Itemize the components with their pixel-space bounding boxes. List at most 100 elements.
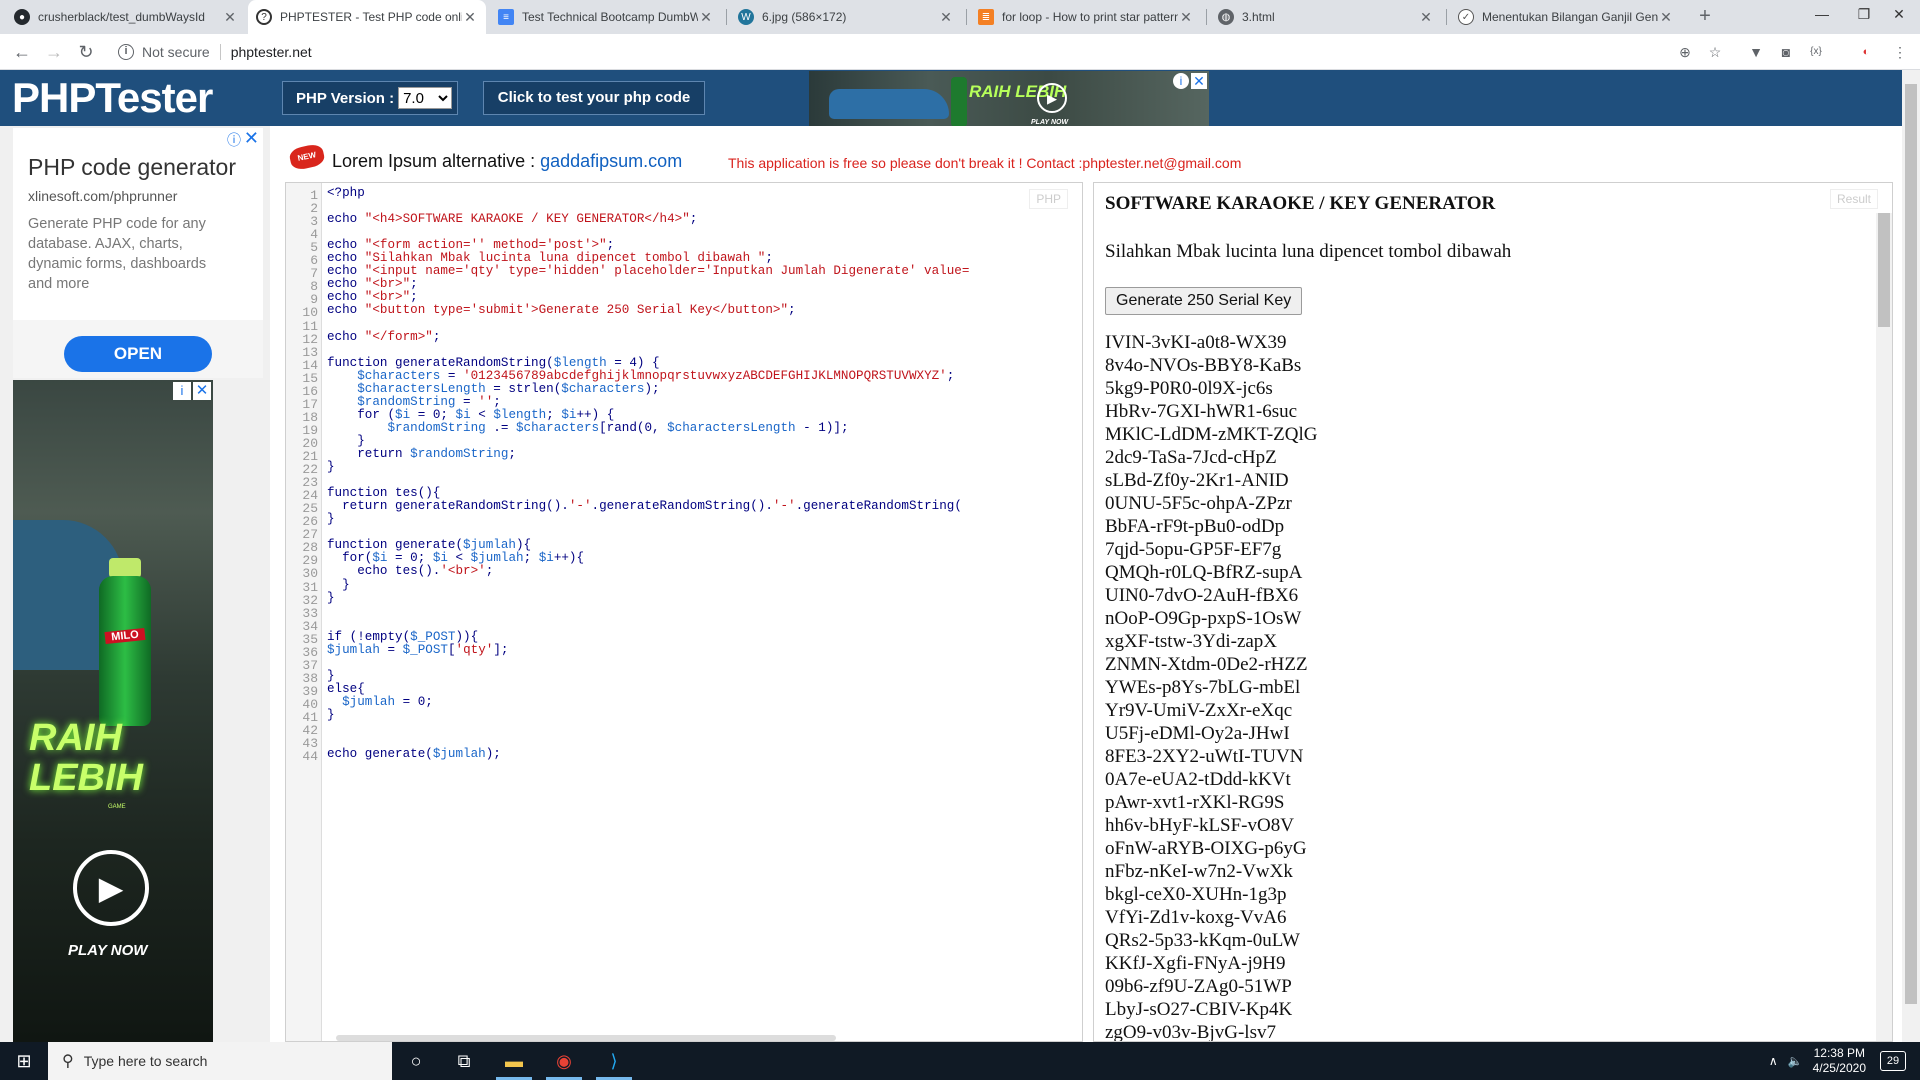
serial-key: U5Fj-eDMl-Oy2a-JHwI (1105, 723, 1290, 744)
extension-vpn-icon[interactable]: ▼ (1746, 42, 1766, 62)
tab-stackoverflow[interactable]: ≣ for loop - How to print star pattern ✕ (970, 0, 1202, 34)
generate-serial-button[interactable]: Generate 250 Serial Key (1105, 287, 1303, 315)
close-icon[interactable]: ✕ (1178, 9, 1194, 26)
code-token: $jumlah (327, 642, 380, 657)
result-label: Result (1829, 189, 1878, 209)
page-scrollbar[interactable] (1902, 70, 1920, 1042)
code-line[interactable]: } (327, 669, 335, 683)
extension-code-icon[interactable]: {x} (1806, 42, 1826, 62)
tab-title: Menentukan Bilangan Ganjil Genap (1482, 10, 1658, 24)
github-icon: ● (14, 9, 30, 25)
url-text[interactable]: phptester.net (231, 44, 312, 60)
code-line[interactable]: $jumlah = 0; (327, 695, 433, 709)
result-scrollbar[interactable] (1876, 213, 1892, 1041)
menu-icon[interactable]: ⋮ (1890, 42, 1910, 62)
code-line[interactable]: $randomString = ''; (327, 394, 501, 409)
tab-ganjil-genap[interactable]: ✓ Menentukan Bilangan Ganjil Genap ✕ (1450, 0, 1682, 34)
close-icon[interactable]: ✕ (938, 9, 954, 26)
reload-button[interactable]: ↻ (74, 40, 98, 64)
serial-key: YWEs-p8Ys-7bLG-mbEl (1105, 677, 1301, 698)
chrome-icon[interactable]: ◉ (540, 1042, 588, 1080)
close-ad-icon[interactable]: ✕ (244, 128, 259, 149)
notification-center-icon[interactable]: 29 (1880, 1051, 1906, 1071)
close-window-button[interactable]: ✕ (1878, 0, 1920, 30)
lorem-link[interactable]: gaddafipsum.com (540, 151, 682, 171)
code-line[interactable]: echo generate($jumlah); (327, 748, 501, 761)
site-logo[interactable]: PHPTester (12, 74, 213, 122)
new-tab-button[interactable]: + (1693, 5, 1717, 29)
tab-title: PHPTESTER - Test PHP code online (280, 10, 462, 24)
task-view-icon[interactable]: ⧉ (440, 1042, 488, 1080)
scroll-thumb[interactable] (1905, 84, 1917, 1004)
zoom-icon[interactable]: ⊕ (1675, 42, 1695, 62)
tab-image[interactable]: W 6.jpg (586×172) ✕ (730, 0, 962, 34)
code-token: 'qty' (455, 642, 494, 657)
close-ad-icon[interactable]: ✕ (193, 382, 211, 400)
code-line[interactable]: } (327, 708, 335, 722)
code-line[interactable]: $jumlah = $_POST['qty']; (327, 642, 508, 657)
code-line[interactable]: $randomString .= $characters[rand(0, $ch… (327, 421, 848, 435)
close-icon[interactable]: ✕ (1418, 9, 1434, 26)
file-explorer-icon[interactable]: ▬ (490, 1042, 538, 1080)
code-line[interactable]: echo "</form>"; (327, 330, 440, 344)
side-banner-ad[interactable]: MILO RAIH LEBIH GAME ▶ PLAY NOW i ✕ (13, 380, 213, 1042)
back-button[interactable]: ← (10, 40, 34, 64)
code-token: "<br>" (364, 290, 411, 305)
adchoices-icon[interactable]: i (173, 382, 191, 400)
windows-taskbar: ⊞ ⚲ Type here to search ○ ⧉ ▬ ◉ ⟩ ∧ 🔈 12… (0, 1042, 1920, 1080)
code-line[interactable]: } (327, 513, 335, 526)
close-icon[interactable]: ✕ (222, 9, 238, 26)
taskbar-search[interactable]: ⚲ Type here to search (48, 1042, 392, 1080)
php-code-editor[interactable]: 1 2 3 4 5 6 7 8 9 10 11 12 13 14 15 16 17 18 19 20 21 22 23 24 2… (285, 182, 1083, 1042)
new-badge-icon: NEW (288, 142, 326, 172)
test-php-button[interactable]: Click to test your php code (483, 81, 705, 115)
forward-button[interactable]: → (42, 40, 66, 64)
tab-github[interactable]: ● crusherblack/test_dumbWaysId ✕ (6, 0, 246, 34)
php-version-select[interactable]: 7.0 (398, 87, 453, 109)
tab-html[interactable]: ◍ 3.html ✕ (1210, 0, 1442, 34)
horizontal-scrollbar[interactable] (336, 1035, 836, 1041)
adchoices-icon[interactable]: i (1173, 73, 1189, 89)
code-line[interactable]: return $randomString; (327, 447, 516, 461)
address-bar[interactable]: i Not secure phptester.net (110, 39, 1720, 65)
adchoices-icon[interactable]: ⓘ (227, 130, 241, 150)
info-icon[interactable]: i (118, 44, 134, 60)
vscode-icon[interactable]: ⟩ (590, 1042, 638, 1080)
play-icon[interactable]: ▶ (1037, 83, 1067, 113)
close-icon[interactable]: ✕ (698, 9, 714, 26)
close-icon[interactable]: ✕ (462, 9, 478, 26)
code-token: "<button type='submit'>Generate 250 Seri… (364, 303, 789, 318)
serial-key: 09b6-zf9U-ZAg0-51WP (1105, 976, 1292, 997)
close-icon[interactable]: ✕ (1658, 9, 1674, 26)
code-line[interactable]: echo tes().'<br>'; (327, 565, 493, 578)
line-number: 44 (302, 749, 318, 765)
code-line[interactable]: echo "<input name='qty' type='hidden' pl… (327, 265, 969, 278)
code-line[interactable]: <?php (327, 186, 365, 200)
close-ad-icon[interactable]: ✕ (1191, 73, 1207, 89)
bookmark-star-icon[interactable]: ☆ (1705, 42, 1725, 62)
code-line[interactable]: echo "<h4>SOFTWARE KARAOKE / KEY GENERAT… (327, 213, 697, 226)
cortana-icon[interactable]: ○ (392, 1042, 440, 1080)
windows-start-icon[interactable]: ⊞ (0, 1042, 48, 1080)
code-line[interactable]: echo "<button type='submit'>Generate 250… (327, 304, 796, 317)
show-hidden-icons-icon[interactable]: ∧ (1769, 1054, 1778, 1068)
extension-camera-icon[interactable]: ◙ (1776, 42, 1796, 62)
tab-phptester[interactable]: ? PHPTESTER - Test PHP code online ✕ (248, 0, 486, 34)
clock[interactable]: 12:38 PM 4/25/2020 (1813, 1046, 1866, 1076)
ad-title[interactable]: PHP code generator (28, 154, 236, 181)
tab-docs[interactable]: ≡ Test Technical Bootcamp DumbWays ✕ (490, 0, 722, 34)
scroll-thumb[interactable] (1878, 213, 1890, 327)
extension-dictionary-icon[interactable]: ◐ (1856, 42, 1876, 62)
tab-separator (726, 9, 727, 25)
code-line[interactable]: return generateRandomString().'-'.genera… (327, 500, 962, 513)
top-banner-ad[interactable]: RAIH LEBIH ▶ PLAY NOW i ✕ (809, 71, 1209, 133)
serial-key: 2dc9-TaSa-7Jcd-cHpZ (1105, 447, 1277, 468)
code-line[interactable]: } (327, 591, 335, 605)
code-line[interactable]: } (327, 460, 335, 474)
code-line[interactable]: } (327, 578, 350, 592)
code-token: '' (478, 394, 494, 409)
volume-icon[interactable]: 🔈 (1788, 1054, 1803, 1068)
ad-open-button[interactable]: OPEN (64, 336, 212, 372)
serial-key: KKfJ-Xgfi-FNyA-j9H9 (1105, 953, 1286, 974)
play-icon[interactable]: ▶ (73, 850, 149, 926)
